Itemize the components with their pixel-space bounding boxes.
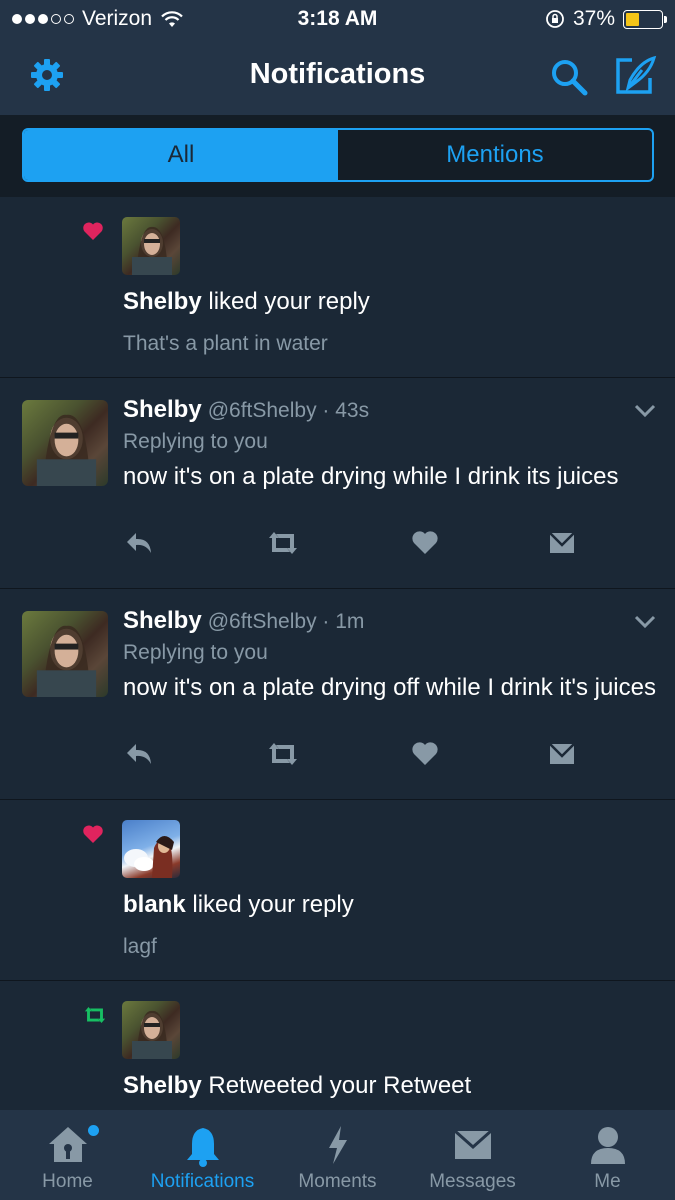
home-icon <box>48 1127 87 1162</box>
tab-label: Moments <box>298 1171 377 1192</box>
notification-like[interactable]: Shelby liked your reply That's a plant i… <box>0 197 675 378</box>
orientation-lock-icon <box>546 10 564 28</box>
filter-bar: All Mentions <box>0 115 675 197</box>
battery-percent: 37% <box>572 7 615 30</box>
battery-level <box>626 12 639 26</box>
tweet-handle-time: @6ftShelby · 43s <box>207 399 370 422</box>
avatar[interactable] <box>22 400 108 486</box>
avatar[interactable] <box>22 611 108 697</box>
tab-all[interactable]: All <box>24 130 338 180</box>
notification-like[interactable]: blank liked your reply lagf <box>0 800 675 981</box>
notification-text: blank liked your reply <box>123 891 354 919</box>
tweet-header: Shelby @6ftShelby · 43s <box>123 396 369 424</box>
tweet-handle-time: @6ftShelby · 1m <box>207 610 365 633</box>
tab-bar: Home Notifications Moments Messages Me <box>0 1110 675 1200</box>
battery-icon <box>623 9 667 29</box>
direct-message-icon[interactable] <box>548 530 576 556</box>
retweet-icon[interactable] <box>265 741 301 767</box>
tweet-item[interactable]: Shelby @6ftShelby · 43s Replying to you n… <box>0 378 675 589</box>
chevron-down-icon[interactable] <box>634 615 656 629</box>
heart-icon <box>83 825 103 843</box>
avatar[interactable] <box>122 820 180 878</box>
tab-messages[interactable]: Messages <box>405 1110 540 1200</box>
envelope-icon <box>453 1129 492 1159</box>
notification-text: Shelby liked your reply <box>123 288 370 316</box>
retweet-icon[interactable] <box>265 530 301 556</box>
user-name[interactable]: Shelby <box>123 1072 202 1099</box>
avatar[interactable] <box>122 1001 180 1059</box>
tweet-text: now it's on a plate drying while I drink… <box>123 463 619 490</box>
avatar[interactable] <box>122 217 180 275</box>
tweet-header: Shelby @6ftShelby · 1m <box>123 607 364 635</box>
tweet-author-name[interactable]: Shelby <box>123 607 202 634</box>
tab-mentions[interactable]: Mentions <box>338 130 652 180</box>
chevron-down-icon[interactable] <box>634 404 656 418</box>
notification-text: Shelby Retweeted your Retweet <box>123 1072 471 1100</box>
tab-label: Messages <box>429 1171 516 1192</box>
tweet-author-name[interactable]: Shelby <box>123 396 202 423</box>
tab-label: Me <box>594 1171 621 1192</box>
nav-bar: Notifications <box>0 40 675 115</box>
tweet-actions <box>0 741 675 771</box>
segmented-control: All Mentions <box>22 128 654 182</box>
reply-icon[interactable] <box>124 741 154 767</box>
status-bar: Verizon 3:18 AM 37% <box>0 0 675 40</box>
replying-to: Replying to you <box>123 641 268 664</box>
user-name[interactable]: blank <box>123 891 186 918</box>
status-right: 37% <box>545 7 667 31</box>
tab-label: Notifications <box>150 1171 255 1192</box>
compose-icon[interactable] <box>614 54 658 98</box>
heart-icon[interactable] <box>411 530 439 556</box>
heart-icon[interactable] <box>411 741 439 767</box>
notifications-feed[interactable]: Shelby liked your reply That's a plant i… <box>0 197 675 1110</box>
notification-retweet[interactable]: Shelby Retweeted your Retweet <box>0 981 675 1110</box>
reply-icon[interactable] <box>124 530 154 556</box>
lightning-icon <box>328 1126 347 1164</box>
tab-home[interactable]: Home <box>0 1110 135 1200</box>
heart-icon <box>83 222 103 240</box>
notification-snippet: lagf <box>123 935 157 958</box>
action-text: liked your reply <box>201 288 370 315</box>
search-icon[interactable] <box>548 56 590 98</box>
notification-snippet: That's a plant in water <box>123 332 328 355</box>
tweet-actions <box>0 530 675 560</box>
direct-message-icon[interactable] <box>548 741 576 767</box>
tweet-item[interactable]: Shelby @6ftShelby · 1m Replying to you no… <box>0 589 675 800</box>
tab-label: Home <box>42 1171 93 1192</box>
replying-to: Replying to you <box>123 430 268 453</box>
tab-notifications[interactable]: Notifications <box>135 1110 270 1200</box>
action-text: Retweeted your Retweet <box>201 1072 472 1099</box>
bell-icon <box>186 1128 219 1167</box>
person-icon <box>590 1127 625 1164</box>
tweet-text: now it's on a plate drying off while I d… <box>123 674 656 701</box>
unread-dot <box>88 1125 99 1136</box>
tab-moments[interactable]: Moments <box>270 1110 405 1200</box>
retweet-icon <box>84 1007 106 1023</box>
tab-me[interactable]: Me <box>540 1110 675 1200</box>
action-text: liked your reply <box>185 891 354 918</box>
user-name[interactable]: Shelby <box>123 288 202 315</box>
